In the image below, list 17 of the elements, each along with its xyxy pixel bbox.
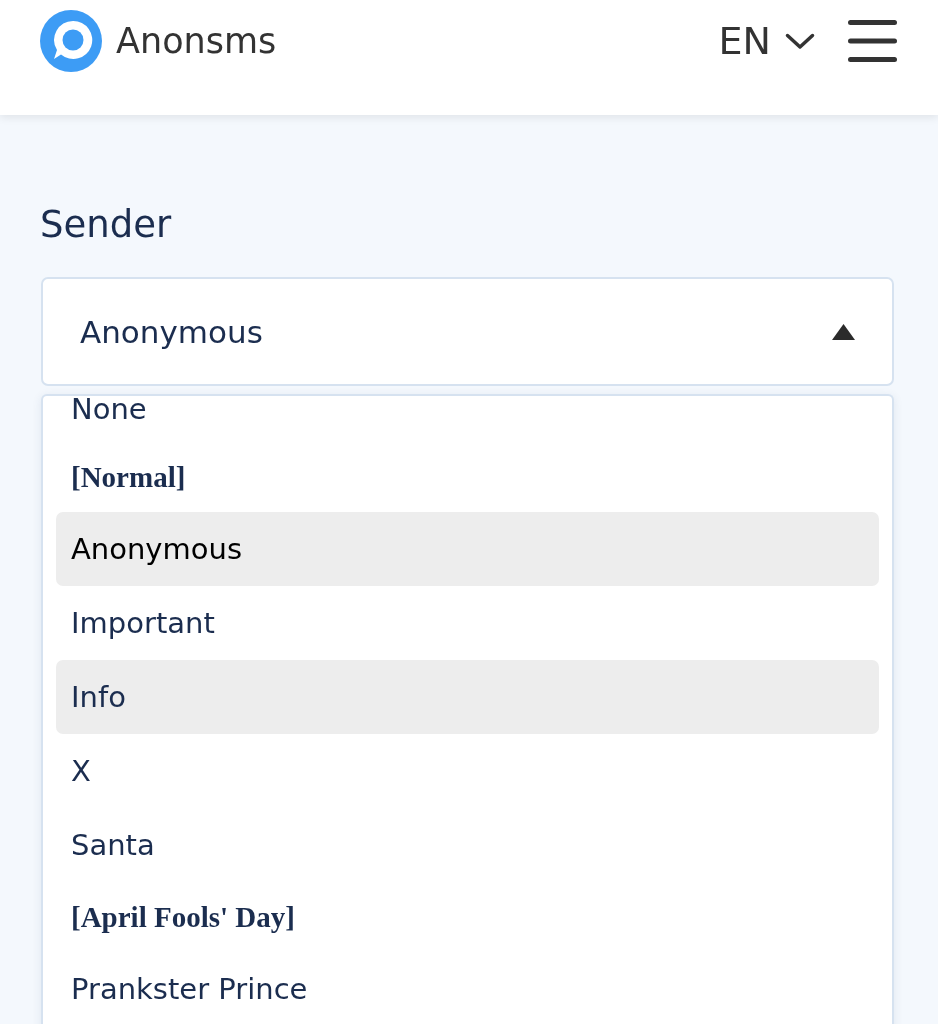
menu-icon	[848, 20, 897, 62]
option-group-label: [April Fools' Day]	[70, 899, 296, 935]
dropdown-option[interactable]: None	[56, 396, 879, 442]
dropdown-option[interactable]: Info	[56, 660, 879, 734]
dropdown-option[interactable]: X	[56, 734, 879, 808]
sender-label: Sender	[40, 202, 172, 248]
dropdown-option[interactable]: Prankster Prince	[56, 952, 879, 1024]
dropdown-option[interactable]: Santa	[56, 808, 879, 882]
option-group-label: [Normal]	[70, 459, 187, 495]
sender-select[interactable]: Anonymous	[41, 277, 894, 386]
menu-button[interactable]	[848, 20, 897, 62]
brand-name[interactable]: Anonsms	[116, 19, 277, 63]
chat-bubble-logo-icon	[40, 10, 102, 72]
language-selector[interactable]: EN	[718, 18, 815, 64]
chevron-down-icon	[785, 32, 815, 50]
dropdown-option[interactable]: Anonymous	[56, 512, 879, 586]
dropdown-option[interactable]: Important	[56, 586, 879, 660]
